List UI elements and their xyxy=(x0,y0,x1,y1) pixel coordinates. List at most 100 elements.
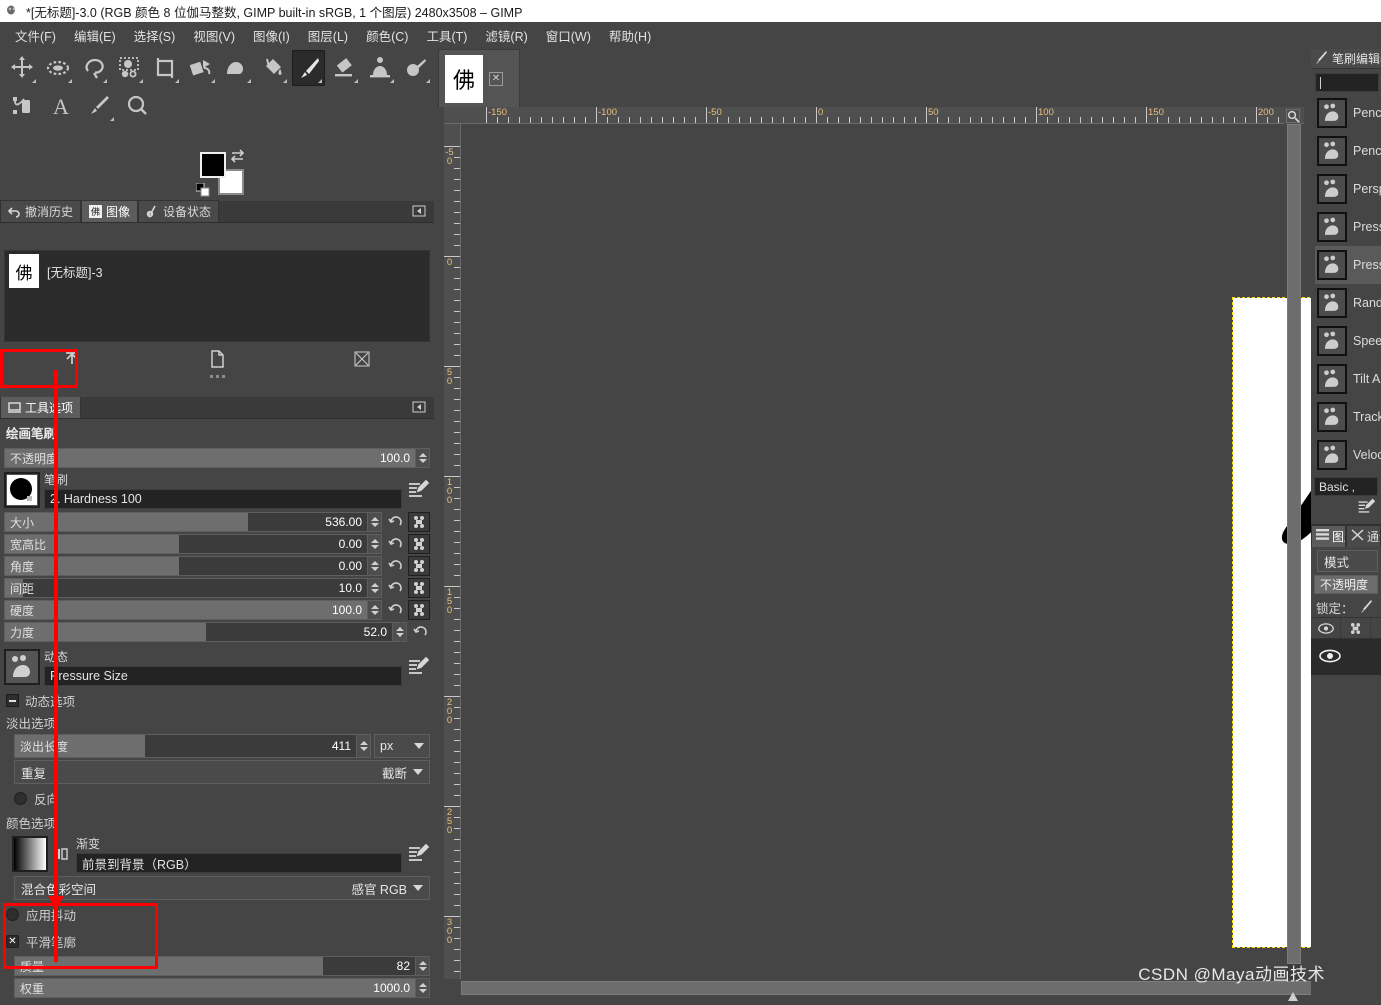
smooth-stroke-row[interactable]: 平滑笔廓 xyxy=(6,932,428,951)
reset-angle-icon[interactable] xyxy=(385,556,405,576)
list-item[interactable]: Perspective xyxy=(1315,170,1381,208)
reset-hardness-icon[interactable] xyxy=(385,600,405,620)
opacity-stepper[interactable] xyxy=(416,448,430,468)
dock-menu-icon[interactable] xyxy=(412,400,430,418)
vertical-scrollbar[interactable] xyxy=(1287,124,1301,979)
weight-stepper[interactable] xyxy=(416,978,430,998)
list-item[interactable]: Tracking xyxy=(1315,398,1381,436)
list-item[interactable]: Speed Size xyxy=(1315,322,1381,360)
image-tab[interactable]: 佛 ✕ xyxy=(438,49,520,107)
zoom-image-icon[interactable] xyxy=(1284,107,1301,124)
reset-colors-icon[interactable] xyxy=(195,182,212,199)
link-angle-icon[interactable] xyxy=(408,556,430,576)
search-input[interactable] xyxy=(1315,73,1379,92)
edit-brush-icon[interactable] xyxy=(406,478,430,502)
gradient-preview[interactable] xyxy=(12,836,48,872)
eraser-tool[interactable] xyxy=(327,50,361,86)
edit-dynamics-icon[interactable] xyxy=(1357,498,1376,519)
list-item[interactable]: Tilt Angle xyxy=(1315,360,1381,398)
opacity-slider[interactable]: 不透明度 100.0 xyxy=(4,448,416,468)
dock-resize-grip[interactable] xyxy=(0,372,434,380)
chain-link-icon[interactable] xyxy=(1341,618,1371,638)
navigate-canvas-icon[interactable] xyxy=(1285,989,1301,1005)
dynamics-value[interactable]: Pressure Size xyxy=(44,666,402,686)
fade-length-slider[interactable]: 淡出长度 411 xyxy=(14,734,357,758)
warp-tool[interactable] xyxy=(220,50,254,86)
dynamics-preview[interactable] xyxy=(4,649,40,685)
list-item[interactable]: Pencil Shader xyxy=(1315,132,1381,170)
link-spacing-icon[interactable] xyxy=(408,578,430,598)
crop-tool[interactable] xyxy=(148,50,182,86)
weight-slider[interactable]: 权重 1000.0 xyxy=(14,978,416,998)
edit-gradient-icon[interactable] xyxy=(406,842,430,866)
layer-mode-select[interactable]: 模式 xyxy=(1317,550,1378,572)
ellipse-select-tool[interactable] xyxy=(41,50,75,86)
force-stepper[interactable] xyxy=(393,622,407,642)
tab-channels[interactable]: 通道 xyxy=(1346,524,1381,547)
smudge-tool[interactable] xyxy=(399,50,433,86)
edit-dynamics-icon[interactable] xyxy=(406,655,430,679)
quality-stepper[interactable] xyxy=(416,956,430,976)
list-item[interactable]: 佛 [无标题]-3 xyxy=(5,251,429,291)
dynamics-preset-list[interactable]: Pencil Generic Pencil Shader Perspective… xyxy=(1315,94,1381,474)
menu-windows[interactable]: 窗口(W) xyxy=(537,22,600,49)
image-list[interactable]: 佛 [无标题]-3 xyxy=(4,250,430,342)
smooth-stroke-checkbox[interactable] xyxy=(6,935,19,948)
lock-pixels-icon[interactable] xyxy=(1359,599,1373,616)
fade-length-stepper[interactable] xyxy=(357,734,371,758)
gradient-value[interactable]: 前景到背景（RGB） xyxy=(76,853,402,873)
move-tool[interactable] xyxy=(5,50,39,86)
raise-image-icon[interactable] xyxy=(0,346,145,372)
tab-images[interactable]: 佛 图像 xyxy=(81,200,139,222)
layer-opacity-slider[interactable]: 不透明度 xyxy=(1314,575,1378,594)
list-item[interactable]: Velocity Opacity xyxy=(1315,436,1381,474)
menu-filters[interactable]: 滤镜(R) xyxy=(476,22,536,49)
close-icon[interactable]: ✕ xyxy=(489,71,503,86)
table-row[interactable] xyxy=(1311,639,1381,675)
delete-image-icon[interactable] xyxy=(289,346,434,372)
canvas-viewport[interactable] xyxy=(461,124,1381,979)
aspect-ratio-stepper[interactable] xyxy=(368,534,382,554)
size-stepper[interactable] xyxy=(368,512,382,532)
brush-value[interactable]: 2. Hardness 100 xyxy=(44,489,402,509)
apply-jitter-row[interactable]: 应用抖动 xyxy=(6,905,428,924)
transform-tool[interactable] xyxy=(184,50,218,86)
reverse-checkbox[interactable] xyxy=(14,792,27,805)
menu-select[interactable]: 选择(S) xyxy=(125,22,185,49)
dock-menu-icon[interactable] xyxy=(412,204,430,222)
menu-image[interactable]: 图像(I) xyxy=(244,22,299,49)
force-slider[interactable]: 力度 52.0 xyxy=(4,622,393,642)
vertical-ruler[interactable]: -50 0 50 100 150 200 250 300 xyxy=(444,124,461,979)
link-size-icon[interactable] xyxy=(408,512,430,532)
tag-field[interactable]: Basic , xyxy=(1314,477,1378,496)
apply-jitter-checkbox[interactable] xyxy=(6,908,19,921)
bucket-fill-tool[interactable] xyxy=(256,50,290,86)
link-hardness-icon[interactable] xyxy=(408,600,430,620)
reset-size-icon[interactable] xyxy=(385,512,405,532)
size-slider[interactable]: 大小 536.00 xyxy=(4,512,368,532)
dynamics-options-expander[interactable]: 动态选项 xyxy=(6,691,428,710)
color-picker-tool[interactable] xyxy=(81,88,117,124)
reverse-gradient-icon[interactable] xyxy=(52,846,72,862)
reset-aspect-ratio-icon[interactable] xyxy=(385,534,405,554)
link-aspect-ratio-icon[interactable] xyxy=(408,534,430,554)
angle-slider[interactable]: 角度 0.00 xyxy=(4,556,368,576)
fuzzy-select-tool[interactable] xyxy=(112,50,146,86)
spacing-stepper[interactable] xyxy=(368,578,382,598)
brush-preview[interactable] xyxy=(4,472,40,508)
reverse-row[interactable]: 反向 xyxy=(14,789,428,808)
paintbrush-tool[interactable] xyxy=(291,50,326,86)
list-item[interactable]: Pencil Generic xyxy=(1315,94,1381,132)
scrollbar-thumb[interactable] xyxy=(1287,124,1301,964)
menu-edit[interactable]: 编辑(E) xyxy=(65,22,125,49)
hardness-slider[interactable]: 硬度 100.0 xyxy=(4,600,368,620)
aspect-ratio-slider[interactable]: 宽高比 0.00 xyxy=(4,534,368,554)
clone-tool[interactable] xyxy=(363,50,397,86)
foreground-color-swatch[interactable] xyxy=(200,152,226,178)
menu-view[interactable]: 视图(V) xyxy=(184,22,244,49)
menu-help[interactable]: 帮助(H) xyxy=(600,22,660,49)
text-tool[interactable]: A xyxy=(43,88,79,124)
angle-stepper[interactable] xyxy=(368,556,382,576)
new-image-icon[interactable] xyxy=(145,346,290,372)
free-select-tool[interactable] xyxy=(77,50,111,86)
